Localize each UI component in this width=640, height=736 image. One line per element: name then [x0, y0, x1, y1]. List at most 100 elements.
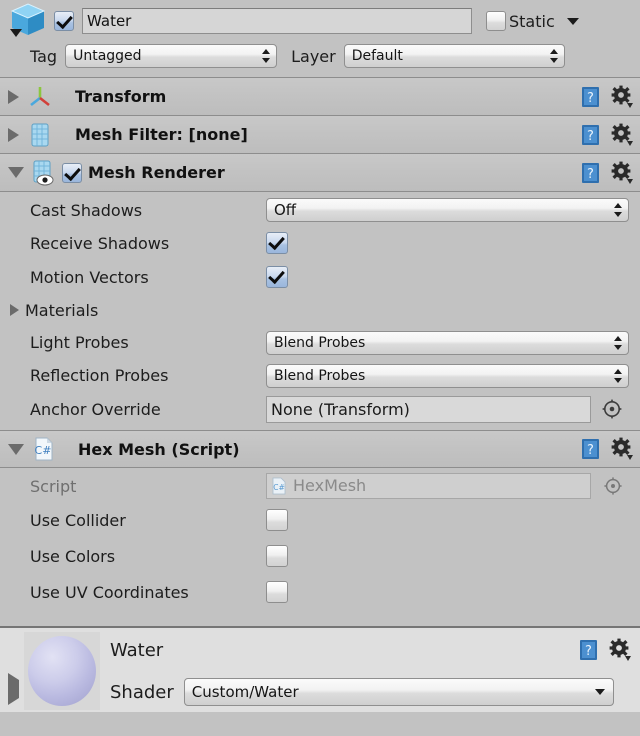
- cast-shadows-value: Off: [274, 201, 297, 219]
- mesh-filter-foldout-arrow[interactable]: [8, 127, 19, 142]
- cast-shadows-label: Cast Shadows: [30, 200, 143, 220]
- use-collider-label: Use Collider: [30, 510, 126, 530]
- materials-foldout-arrow[interactable]: [10, 304, 19, 316]
- row-use-uv-coordinates: Use UV Coordinates: [0, 574, 640, 610]
- reflection-probes-dropdown[interactable]: Blend Probes: [266, 363, 629, 388]
- row-use-collider: Use Collider: [0, 502, 640, 538]
- material-foldout-arrow[interactable]: [8, 673, 19, 705]
- mesh-renderer-title: Mesh Renderer: [88, 163, 225, 182]
- help-book-icon[interactable]: ?: [580, 437, 602, 461]
- row-anchor-override: Anchor Override None (Transform): [0, 392, 640, 426]
- row-script: Script C# HexMesh: [0, 470, 640, 502]
- mesh-renderer-icon: [30, 159, 56, 187]
- layer-value: Default: [351, 48, 403, 64]
- component-header-hex-mesh[interactable]: C# Hex Mesh (Script) ?: [0, 430, 640, 468]
- shader-label: Shader: [110, 681, 174, 703]
- hex-mesh-foldout-arrow[interactable]: [8, 443, 24, 455]
- tag-dropdown[interactable]: Untagged: [65, 44, 278, 68]
- transform-axis-icon: [27, 84, 53, 110]
- hex-mesh-body: Script C# HexMesh Use Collider Use Color…: [0, 468, 640, 614]
- component-header-transform[interactable]: Transform ?: [0, 78, 640, 116]
- gameobject-name-input[interactable]: Water: [82, 8, 472, 34]
- csharp-script-icon: C#: [32, 436, 56, 462]
- cube-prefab-icon[interactable]: [6, 2, 50, 40]
- use-colors-label: Use Colors: [30, 546, 116, 566]
- svg-text:?: ?: [587, 129, 594, 144]
- script-object-field: C# HexMesh: [266, 473, 591, 499]
- script-label: Script: [30, 476, 77, 496]
- anchor-override-target-picker-icon[interactable]: [601, 398, 623, 420]
- mesh-renderer-foldout-arrow[interactable]: [8, 167, 24, 178]
- static-chevron-down-icon[interactable]: [566, 17, 579, 25]
- help-book-icon[interactable]: ?: [578, 638, 600, 662]
- svg-text:?: ?: [587, 167, 594, 182]
- row-receive-shadows: Receive Shadows: [0, 226, 640, 260]
- anchor-override-object-field[interactable]: None (Transform): [266, 395, 591, 423]
- row-cast-shadows: Cast Shadows Off: [0, 194, 640, 226]
- svg-text:C#: C#: [35, 444, 52, 457]
- use-colors-checkbox[interactable]: [266, 545, 288, 567]
- component-header-mesh-renderer[interactable]: Mesh Renderer ?: [0, 154, 640, 192]
- transform-title: Transform: [75, 87, 167, 106]
- row-use-colors: Use Colors: [0, 538, 640, 574]
- gear-settings-icon[interactable]: [610, 437, 634, 461]
- gear-settings-icon[interactable]: [610, 85, 634, 109]
- light-probes-updown-icon: [612, 334, 624, 352]
- hex-mesh-title: Hex Mesh (Script): [78, 439, 240, 459]
- gameobject-header: Water Static Tag Untagged Layer Default: [0, 0, 640, 78]
- reflection-probes-updown-icon: [612, 367, 624, 385]
- static-checkbox[interactable]: [486, 11, 506, 31]
- material-inspector-block: Water ? Shader Custom/Water: [0, 626, 640, 712]
- svg-text:C#: C#: [273, 483, 285, 492]
- receive-shadows-checkbox[interactable]: [266, 232, 288, 254]
- mesh-renderer-body: Cast Shadows Off Receive Shadows Motion …: [0, 192, 640, 430]
- anchor-override-value: None (Transform): [271, 399, 410, 419]
- layer-dropdown[interactable]: Default: [343, 44, 565, 68]
- shader-value: Custom/Water: [191, 683, 299, 701]
- light-probes-label: Light Probes: [30, 333, 129, 352]
- csharp-script-icon: C#: [271, 477, 287, 495]
- help-book-icon[interactable]: ?: [580, 123, 602, 147]
- materials-label: Materials: [25, 300, 99, 320]
- layer-label: Layer: [291, 46, 336, 66]
- row-light-probes: Light Probes Blend Probes: [0, 326, 640, 359]
- static-label: Static: [509, 11, 555, 31]
- mesh-renderer-enabled-checkbox[interactable]: [62, 162, 82, 183]
- row-materials[interactable]: Materials: [0, 294, 640, 326]
- shader-chevron-down-icon: [594, 689, 605, 695]
- shader-dropdown[interactable]: Custom/Water: [183, 678, 614, 706]
- tag-label: Tag: [30, 46, 58, 66]
- mesh-filter-title: Mesh Filter: [none]: [75, 125, 248, 144]
- motion-vectors-label: Motion Vectors: [30, 267, 149, 287]
- transform-foldout-arrow[interactable]: [8, 89, 19, 104]
- use-uv-coordinates-checkbox[interactable]: [266, 581, 288, 603]
- light-probes-dropdown[interactable]: Blend Probes: [266, 330, 629, 355]
- use-uv-coordinates-label: Use UV Coordinates: [30, 582, 189, 602]
- svg-text:?: ?: [587, 91, 594, 106]
- gear-settings-icon[interactable]: [608, 638, 632, 662]
- gear-settings-icon[interactable]: [610, 123, 634, 147]
- cast-shadows-dropdown[interactable]: Off: [266, 198, 629, 222]
- layer-updown-icon: [548, 47, 560, 65]
- script-target-picker-icon: [603, 476, 623, 496]
- help-book-icon[interactable]: ?: [580, 161, 602, 185]
- reflection-probes-label: Reflection Probes: [30, 366, 169, 385]
- reflection-probes-value: Blend Probes: [274, 367, 366, 384]
- inspector-panel: Water Static Tag Untagged Layer Default: [0, 0, 640, 736]
- material-title: Water: [110, 639, 164, 661]
- row-reflection-probes: Reflection Probes Blend Probes: [0, 359, 640, 392]
- anchor-override-label: Anchor Override: [30, 399, 161, 419]
- help-book-icon[interactable]: ?: [580, 85, 602, 109]
- material-sphere-preview: [28, 636, 96, 706]
- gear-settings-icon[interactable]: [610, 161, 634, 185]
- tag-updown-icon: [260, 47, 272, 65]
- light-probes-value: Blend Probes: [274, 334, 366, 351]
- script-value: HexMesh: [293, 476, 367, 495]
- cast-shadows-updown-icon: [612, 201, 624, 219]
- use-collider-checkbox[interactable]: [266, 509, 288, 531]
- motion-vectors-checkbox[interactable]: [266, 266, 288, 288]
- svg-text:?: ?: [587, 443, 594, 458]
- component-header-mesh-filter[interactable]: Mesh Filter: [none] ?: [0, 116, 640, 154]
- gameobject-active-checkbox[interactable]: [54, 11, 74, 31]
- tag-value: Untagged: [73, 48, 142, 64]
